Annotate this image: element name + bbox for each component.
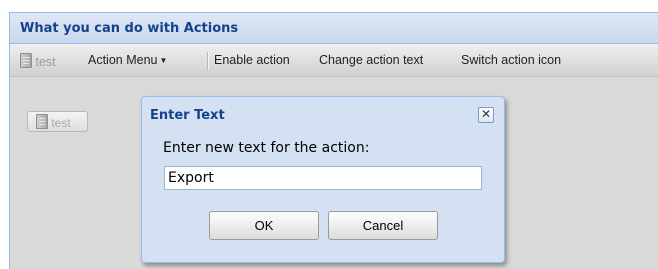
document-icon bbox=[36, 114, 48, 129]
switch-action-icon-button[interactable]: Switch action icon bbox=[461, 53, 561, 67]
panel-title: What you can do with Actions bbox=[20, 21, 239, 36]
close-icon[interactable]: ✕ bbox=[478, 107, 494, 123]
document-icon bbox=[20, 53, 32, 68]
cancel-button[interactable]: Cancel bbox=[328, 211, 438, 240]
ok-button[interactable]: OK bbox=[209, 211, 319, 240]
enable-action-button[interactable]: Enable action bbox=[214, 53, 290, 67]
toolbar: test Action Menu ▼ Enable action Change a… bbox=[10, 44, 658, 77]
toolbar-separator bbox=[207, 52, 209, 70]
toolbar-test-label: test bbox=[35, 55, 56, 69]
caret-down-icon: ▼ bbox=[159, 56, 168, 65]
enter-text-dialog: Enter Text ✕ Enter new text for the acti… bbox=[141, 96, 505, 263]
body-test-label: test bbox=[51, 116, 71, 130]
dialog-title: Enter Text bbox=[150, 108, 225, 123]
action-text-input[interactable] bbox=[164, 166, 482, 190]
body-test-button[interactable]: test bbox=[27, 111, 88, 132]
panel-header: What you can do with Actions bbox=[10, 13, 658, 44]
toolbar-test-button[interactable]: test bbox=[20, 53, 56, 69]
change-action-text-button[interactable]: Change action text bbox=[319, 53, 423, 67]
action-menu-button[interactable]: Action Menu ▼ bbox=[88, 53, 167, 67]
dialog-prompt: Enter new text for the action: bbox=[163, 140, 370, 156]
action-menu-label: Action Menu bbox=[88, 53, 158, 67]
